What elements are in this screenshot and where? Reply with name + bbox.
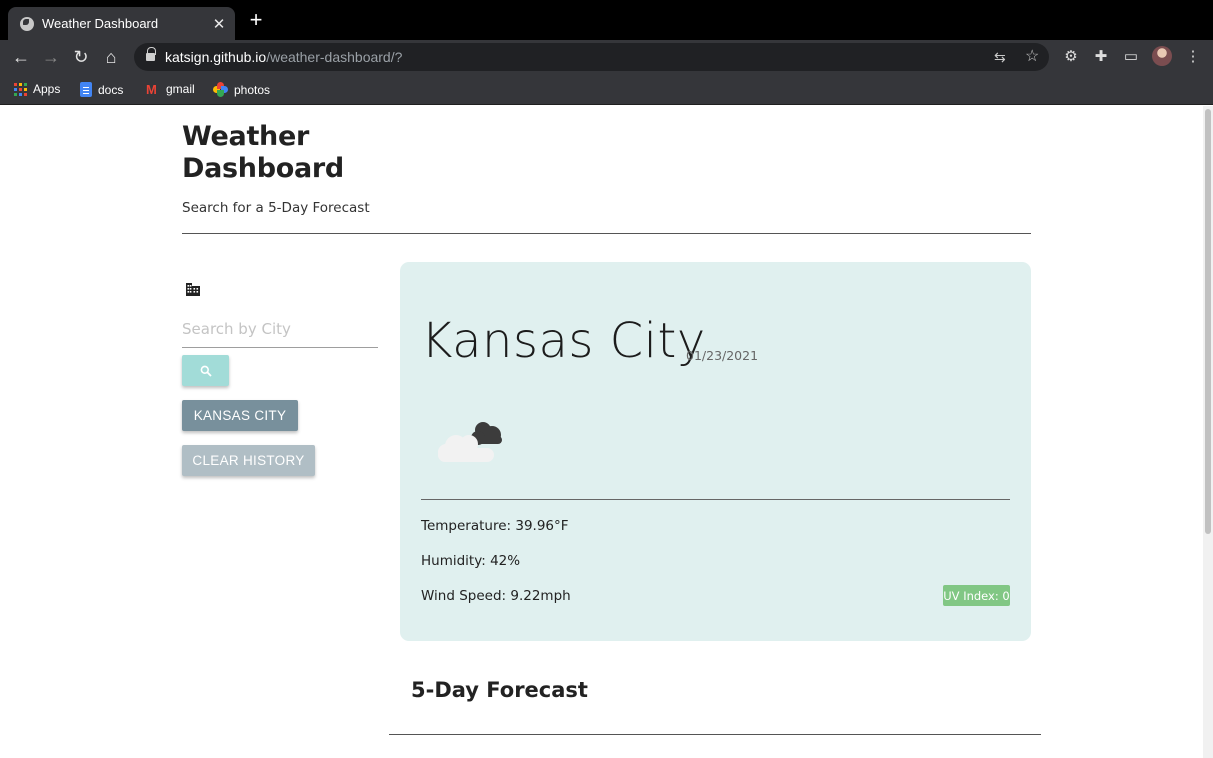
header-divider — [182, 233, 1031, 234]
city-search-input[interactable] — [182, 310, 378, 348]
bookmark-apps[interactable]: Apps — [14, 82, 60, 96]
browser-tab[interactable]: Weather Dashboard ✕ — [8, 7, 235, 40]
extensions-puzzle-icon[interactable]: ✚ — [1092, 48, 1110, 66]
bookmarks-bar: Apps docs M gmail photos — [0, 74, 1213, 105]
browser-tab-bar: Weather Dashboard ✕ + — [0, 0, 1213, 40]
translate-icon[interactable]: ⇆ — [994, 43, 1006, 71]
home-icon[interactable]: ⌂ — [99, 45, 123, 69]
bookmark-label: gmail — [166, 82, 195, 96]
address-bar[interactable]: katsign.github.io/weather-dashboard/? ⇆ … — [134, 43, 1049, 71]
search-icon — [200, 365, 212, 377]
bookmark-label: photos — [234, 82, 271, 97]
docs-icon — [80, 82, 92, 97]
extension-gear-icon[interactable]: ⚙ — [1062, 48, 1080, 66]
card-divider — [421, 499, 1010, 500]
broken-clouds-icon — [438, 422, 502, 462]
lock-icon[interactable] — [146, 47, 156, 62]
forecast-heading: 5-Day Forecast — [411, 678, 588, 702]
forecast-divider — [389, 734, 1041, 735]
city-buildings-icon — [186, 283, 200, 296]
url-path: /weather-dashboard/? — [266, 49, 403, 65]
new-tab-icon[interactable]: + — [245, 9, 267, 31]
city-name: Kansas City — [421, 313, 706, 369]
current-date: 01/23/2021 — [686, 348, 759, 363]
url-host: katsign.github.io — [165, 49, 267, 65]
bookmark-photos[interactable]: photos — [213, 82, 270, 97]
temperature-text: Temperature: 39.96°F — [421, 518, 569, 534]
search-button[interactable] — [182, 355, 229, 386]
uv-index-badge: UV Index: 0 — [943, 585, 1010, 606]
bookmark-label: docs — [98, 82, 124, 97]
close-tab-icon[interactable]: ✕ — [207, 15, 231, 33]
current-weather-card: Kansas City 01/23/2021 Temperature: 39.9… — [400, 262, 1031, 641]
page-subtitle: Search for a 5-Day Forecast — [182, 200, 370, 216]
tab-title: Weather Dashboard — [42, 16, 159, 31]
globe-icon — [20, 16, 34, 31]
wind-speed-text: Wind Speed: 9.22mph — [421, 588, 571, 604]
scrollbar-thumb[interactable] — [1205, 109, 1211, 534]
bookmark-docs[interactable]: docs — [80, 82, 123, 97]
page-title: Weather Dashboard — [182, 121, 344, 184]
forward-icon[interactable]: → — [39, 45, 63, 69]
menu-icon[interactable]: ⋮ — [1184, 48, 1202, 66]
page-scrollbar[interactable] — [1203, 106, 1213, 758]
bookmark-gmail[interactable]: M gmail — [146, 82, 195, 96]
reload-icon[interactable]: ↻ — [69, 45, 93, 69]
profile-avatar[interactable] — [1152, 46, 1172, 66]
back-icon[interactable]: ← — [9, 45, 33, 69]
humidity-text: Humidity: 42% — [421, 553, 521, 569]
apps-grid-icon — [14, 82, 27, 96]
page-content: Weather Dashboard Search for a 5-Day For… — [0, 106, 1203, 758]
cast-icon[interactable]: ▭ — [1122, 48, 1140, 66]
gmail-icon: M — [146, 81, 157, 97]
clear-history-button[interactable]: CLEAR HISTORY — [182, 445, 315, 476]
bookmark-label: Apps — [33, 82, 61, 96]
photos-pinwheel-icon — [213, 82, 228, 97]
bookmark-star-icon[interactable]: ☆ — [1025, 43, 1039, 71]
history-city-button[interactable]: KANSAS CITY — [182, 400, 298, 431]
browser-toolbar: ← → ↻ ⌂ katsign.github.io/weather-dashbo… — [0, 40, 1213, 74]
